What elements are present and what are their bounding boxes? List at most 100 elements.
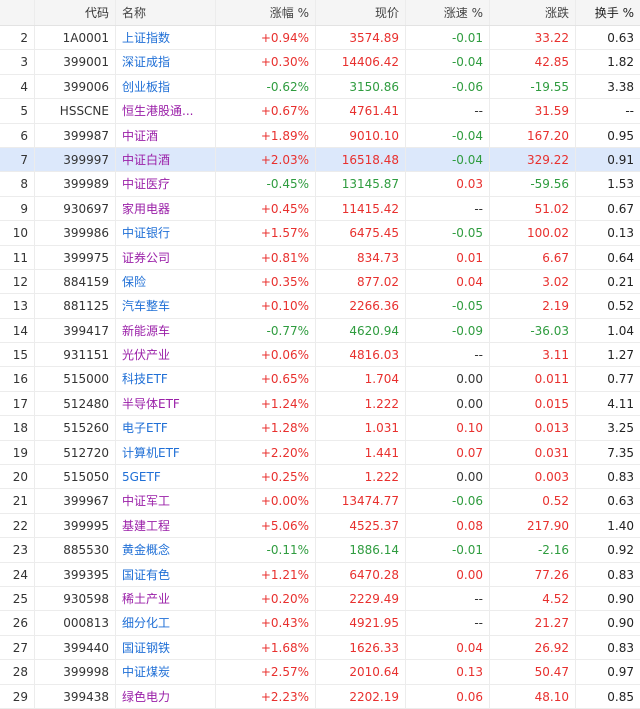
row-turnover: 7.35 — [607, 445, 634, 460]
table-row[interactable]: 20 515050 5GETF +0.25% 1.222 0.00 0.003 0.83 — [0, 465, 640, 490]
row-turnover: 0.63 — [607, 494, 634, 509]
table-row[interactable]: 9 930697 家用电器 +0.45% 11415.42 -- 51.02 0.67 — [0, 196, 640, 222]
table-row[interactable]: 29 399438 绿色电力 +2.23% 2202.19 0.06 48.10 0.85 — [0, 684, 640, 709]
row-change-percent: +1.68% — [216, 635, 316, 660]
row-turnover: 1.53 — [607, 177, 634, 192]
table-row[interactable]: 28 399998 中证煤炭 +2.57% 2010.64 0.13 50.47 0.97 — [0, 660, 640, 685]
row-turnover: 0.63 — [607, 31, 634, 45]
header-change-percent[interactable]: 涨幅 % — [216, 0, 316, 25]
row-change: -59.56 — [490, 172, 576, 196]
row-speed: 0.07 — [406, 440, 490, 465]
table-row[interactable]: 11 399975 证券公司 +0.81% 834.73 0.01 6.67 0.64 — [0, 245, 640, 270]
table-row[interactable]: 19 512720 计算机ETF +2.20% 1.441 0.07 0.031 7.35 — [0, 440, 640, 466]
table-row[interactable]: 8 399989 中证医疗 -0.45% 13145.87 0.03 -59.56 1.53 — [0, 172, 640, 197]
row-index: 25 — [0, 586, 35, 611]
row-change-percent: +1.21% — [216, 562, 316, 586]
row-code: 515260 — [35, 416, 116, 440]
table-row[interactable]: 18 515260 电子ETF +1.28% 1.031 0.10 0.013 3.25 — [0, 416, 640, 441]
table-row[interactable]: 27 399440 国证钢铁 +1.68% 1626.33 0.04 26.92 0.83 — [0, 635, 640, 661]
row-price: 4620.94 — [316, 318, 406, 343]
row-turnover: 0.21 — [607, 274, 634, 289]
table-row[interactable]: 3 399001 深证成指 +0.30% 14406.42 -0.04 42.85 1.82 — [0, 50, 640, 75]
row-change: 167.20 — [490, 123, 576, 147]
row-price: 2202.19 — [316, 684, 406, 708]
row-change: 21.27 — [490, 611, 576, 635]
table-row[interactable]: 21 399967 中证军工 +0.00% 13474.77 -0.06 0.52 0.63 — [0, 489, 640, 514]
table-row[interactable]: 7 399997 中证白酒 +2.03% 16518.48 -0.04 329.22 0.91 — [0, 147, 640, 173]
row-change-percent: +0.30% — [216, 50, 316, 74]
row-speed: -- — [406, 611, 490, 635]
row-index: 19 — [0, 440, 35, 465]
row-index: 12 — [0, 269, 35, 294]
table-row[interactable]: 24 399395 国证有色 +1.21% 6470.28 0.00 77.26 0.83 — [0, 562, 640, 587]
row-price: 6475.45 — [316, 221, 406, 245]
row-speed: 0.01 — [406, 245, 490, 269]
row-change: 3.11 — [490, 343, 576, 367]
row-name: 新能源车 — [116, 318, 216, 343]
row-change-percent: +2.03% — [216, 147, 316, 172]
row-speed: -- — [406, 196, 490, 221]
table-row[interactable]: 23 885530 黄金概念 -0.11% 1886.14 -0.01 -2.16 0.92 — [0, 538, 640, 563]
row-turnover: 0.67 — [607, 201, 634, 216]
row-code: 399975 — [35, 245, 116, 269]
table-row[interactable]: 12 884159 保险 +0.35% 877.02 0.04 3.02 0.21 — [0, 269, 640, 295]
row-name: 中证煤炭 — [116, 660, 216, 684]
row-turnover: 0.90 — [607, 591, 634, 606]
row-speed: 0.00 — [406, 562, 490, 586]
row-change-percent: -0.62% — [216, 74, 316, 99]
row-index: 6 — [0, 123, 35, 147]
row-code: 399989 — [35, 172, 116, 196]
table-row[interactable]: 16 515000 科技ETF +0.65% 1.704 0.00 0.011 0.77 — [0, 367, 640, 392]
row-price: 9010.10 — [316, 123, 406, 147]
row-change-percent: +2.57% — [216, 660, 316, 684]
row-speed: -0.05 — [406, 221, 490, 245]
row-code: 399987 — [35, 123, 116, 147]
row-code: 399986 — [35, 221, 116, 245]
header-turnover[interactable]: 换手 % — [576, 0, 640, 25]
header-code[interactable]: 代码 — [35, 0, 116, 25]
row-price: 1886.14 — [316, 538, 406, 562]
row-index: 13 — [0, 294, 35, 318]
header-price[interactable]: 现价 — [316, 0, 406, 25]
table-row[interactable]: 2 1A0001 上证指数 +0.94% 3574.89 -0.01 33.22 0.63 — [0, 26, 640, 51]
row-turnover: 4.11 — [607, 396, 634, 411]
row-price: 13474.77 — [316, 489, 406, 513]
row-code: 515050 — [35, 465, 116, 489]
table-row[interactable]: 26 000813 细分化工 +0.43% 4921.95 -- 21.27 0.90 — [0, 611, 640, 636]
row-price: 4921.95 — [316, 611, 406, 635]
table-row[interactable]: 25 930598 稀土产业 +0.20% 2229.49 -- 4.52 0.90 — [0, 586, 640, 612]
row-index: 17 — [0, 391, 35, 416]
row-code: 399001 — [35, 50, 116, 74]
row-price: 1.222 — [316, 391, 406, 416]
row-change-percent: +0.20% — [216, 586, 316, 611]
row-code: 399006 — [35, 74, 116, 99]
table-row[interactable]: 13 881125 汽车整车 +0.10% 2266.36 -0.05 2.19 0.52 — [0, 294, 640, 319]
row-speed: 0.06 — [406, 684, 490, 708]
table-row[interactable]: 15 931151 光伏产业 +0.06% 4816.03 -- 3.11 1.27 — [0, 343, 640, 368]
row-speed: -- — [406, 586, 490, 611]
row-price: 877.02 — [316, 269, 406, 294]
row-index: 2 — [0, 26, 35, 50]
table-row[interactable]: 10 399986 中证银行 +1.57% 6475.45 -0.05 100.02 0.13 — [0, 221, 640, 246]
row-change: 2.19 — [490, 294, 576, 318]
table-row[interactable]: 6 399987 中证酒 +1.89% 9010.10 -0.04 167.20 0.95 — [0, 123, 640, 148]
row-name: 细分化工 — [116, 611, 216, 635]
header-change[interactable]: 涨跌 — [490, 0, 576, 25]
table-row[interactable]: 22 399995 基建工程 +5.06% 4525.37 0.08 217.90 1.40 — [0, 513, 640, 539]
row-price: 14406.42 — [316, 50, 406, 74]
table-row[interactable]: 14 399417 新能源车 -0.77% 4620.94 -0.09 -36.03 1.04 — [0, 318, 640, 344]
row-code: 1A0001 — [35, 26, 116, 50]
row-turnover: 0.83 — [607, 567, 634, 582]
row-speed: 0.03 — [406, 172, 490, 196]
row-change-percent: +0.10% — [216, 294, 316, 318]
row-change-percent: -0.77% — [216, 318, 316, 343]
table-row[interactable]: 17 512480 半导体ETF +1.24% 1.222 0.00 0.015 4.11 — [0, 391, 640, 417]
header-name[interactable]: 名称 — [116, 0, 216, 25]
row-index: 27 — [0, 635, 35, 660]
header-speed[interactable]: 涨速 % — [406, 0, 490, 25]
row-name: 中证医疗 — [116, 172, 216, 196]
table-row[interactable]: 4 399006 创业板指 -0.62% 3150.86 -0.06 -19.55 3.38 — [0, 74, 640, 100]
table-row[interactable]: 5 HSSCNE 恒生港股通... +0.67% 4761.41 -- 31.59 -- — [0, 99, 640, 124]
row-turnover: 0.97 — [607, 665, 634, 680]
row-change: -36.03 — [490, 318, 576, 343]
